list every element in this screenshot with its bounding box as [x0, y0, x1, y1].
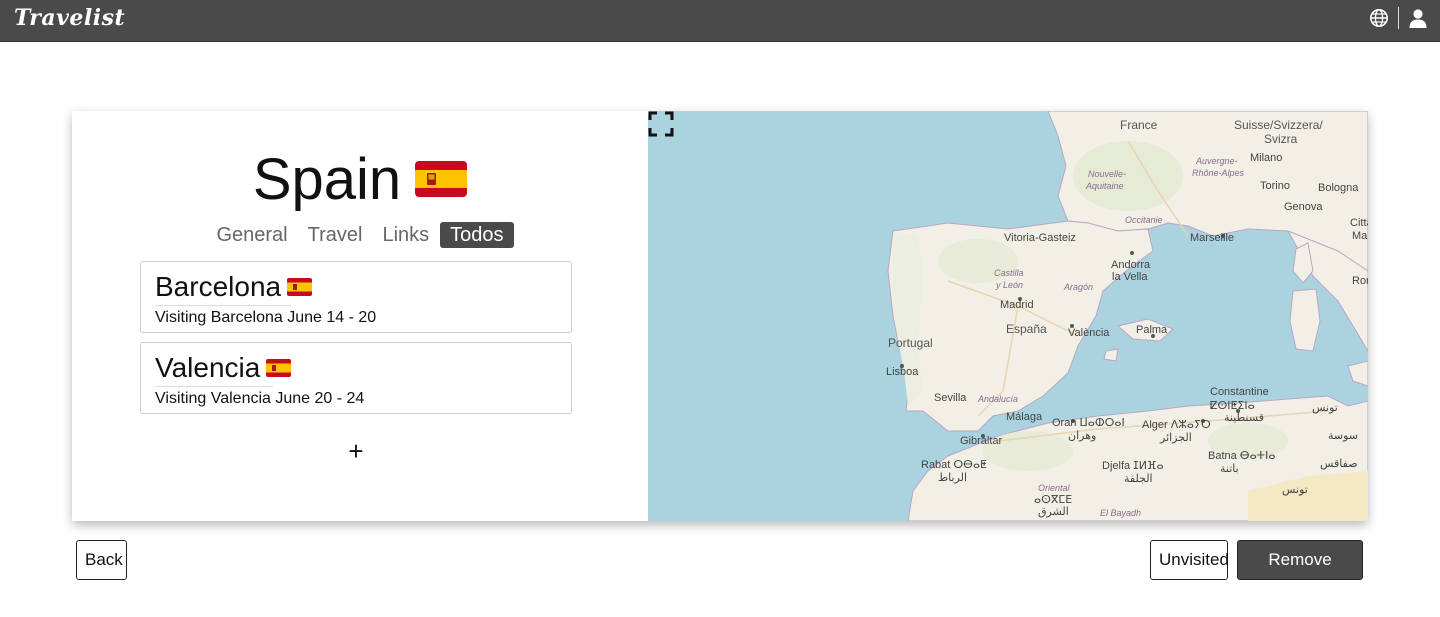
map-label-djelfa-arabic: الجلفة — [1124, 473, 1153, 485]
map-label-constantine: Constantine — [1210, 386, 1269, 398]
country-details-pane: Spain General Travel Links Todos Barcelo… — [72, 111, 648, 521]
map-label-alger: Alger ⴷⵣⴰⵢⵔ — [1142, 419, 1211, 431]
map-label-svizra: Svizra — [1264, 132, 1298, 146]
map-label-sfax: صفاقس — [1320, 458, 1358, 470]
spain-flag-icon — [287, 268, 313, 306]
add-todo-button[interactable]: + — [344, 438, 368, 464]
fullscreen-icon[interactable] — [648, 111, 674, 137]
map-label-rabat: Rabat ⵔⴱⴰⵟ — [921, 459, 987, 471]
map-label-lisboa: Lisboa — [886, 366, 919, 378]
map-label-gibraltar: Gibraltar — [960, 435, 1003, 447]
map-label-auvergne: Auvergne- — [1196, 156, 1238, 166]
map-label-constantine-arabic: قسنطينة — [1224, 412, 1264, 424]
unvisited-button[interactable]: Unvisited — [1150, 540, 1229, 580]
map-label-aragon: Aragón — [1064, 282, 1094, 292]
top-icons — [1369, 7, 1428, 29]
map-label-andorra: Andorra — [1111, 259, 1151, 271]
map-label-ron: Ron — [1352, 275, 1368, 287]
map-label-aquitaine: Aquitaine — [1086, 181, 1124, 191]
country-title: Spain — [72, 145, 648, 219]
map-label-lavella: la Vella — [1112, 271, 1148, 283]
map-label-sousse: سوسة — [1328, 430, 1359, 442]
map-label-sevilla: Sevilla — [934, 392, 967, 404]
map-label-nouvelle: Nouvelle- — [1088, 169, 1127, 179]
app-title[interactable]: Travelist — [14, 5, 125, 31]
map-label-marseille: Marseille — [1190, 232, 1235, 244]
remove-country-button[interactable]: Remove Country — [1237, 540, 1363, 607]
map-label-madrid: Madrid — [1000, 299, 1034, 311]
map-label-occitanie: Occitanie — [1125, 215, 1163, 225]
map-label-batna-arabic: باتنة — [1220, 463, 1239, 475]
todo-title-text: Barcelona — [155, 271, 282, 302]
todo-description: Visiting Barcelona June 14 - 20 — [155, 309, 377, 326]
map-label-torino: Torino — [1260, 180, 1290, 192]
tab-travel[interactable]: Travel — [298, 222, 373, 248]
map-label-andalucia: Andalucía — [978, 394, 1019, 404]
map-label-rabat-arabic: الرباط — [938, 472, 968, 484]
map-label-batna: Batna ⴱⴰⵜⵏⴰ — [1208, 450, 1276, 462]
map-label-mar: Mar — [1352, 230, 1368, 242]
map-label-elbayadh: El Bayadh — [1100, 508, 1142, 518]
country-tabs: General Travel Links Todos — [72, 222, 648, 248]
tab-general[interactable]: General — [206, 222, 297, 248]
map-label-castilla: Castilla — [994, 268, 1024, 278]
map-label-espana: España — [1006, 322, 1047, 336]
top-navbar: Travelist — [0, 0, 1440, 42]
map-label-france: France — [1120, 118, 1158, 132]
globe-icon[interactable] — [1369, 8, 1389, 28]
map-label-malaga: Málaga — [1006, 411, 1043, 423]
map-label-bologna: Bologna — [1318, 182, 1359, 194]
map-label-oran: Oran ⵡⴰⵀⵔⴰⵏ — [1052, 417, 1125, 429]
spain-flag-icon — [415, 143, 468, 213]
map-label-palma: Palma — [1136, 324, 1168, 336]
map-label-valencia: València — [1068, 327, 1110, 339]
map-label-yleon: y León — [996, 280, 1024, 290]
tab-links[interactable]: Links — [372, 222, 439, 248]
country-card: Spain General Travel Links Todos Barcelo… — [72, 111, 1368, 521]
map-label-genova: Genova — [1284, 201, 1323, 213]
todo-divider — [155, 386, 273, 387]
icon-separator — [1398, 7, 1399, 29]
map-label-djelfa: Djelfa ⵊⵍⴼⴰ — [1102, 460, 1164, 472]
country-name: Spain — [252, 147, 402, 212]
todo-divider — [155, 305, 291, 306]
map-label-suisse: Suisse/Svizzera/ — [1234, 118, 1323, 132]
map-label-oriental-arabic: الشرق — [1038, 506, 1069, 518]
todo-title: Barcelona — [155, 268, 313, 308]
back-button[interactable]: Back — [76, 540, 127, 580]
map-label-vitoria: Vitoria-Gasteiz — [1004, 232, 1076, 244]
todo-description: Visiting Valencia June 20 - 24 — [155, 390, 365, 407]
map-label-oran-arabic: وهران — [1068, 430, 1097, 442]
map-label-alger-arabic: الجزائر — [1160, 432, 1192, 444]
map-label-milano: Milano — [1250, 152, 1283, 164]
todo-title: Valencia — [155, 349, 292, 389]
map-label-oriental: Oriental — [1038, 483, 1070, 493]
map-label-citta: Città — [1350, 217, 1368, 229]
user-icon[interactable] — [1408, 8, 1428, 28]
map-label-rhone: Rhône-Alpes — [1192, 168, 1245, 178]
todo-item[interactable]: Barcelona Visiting Barcelona June 14 - 2… — [140, 261, 572, 333]
map-label-portugal: Portugal — [888, 336, 933, 350]
todo-title-text: Valencia — [155, 352, 261, 383]
tab-todos[interactable]: Todos — [440, 222, 514, 248]
country-map[interactable]: France Suisse/Svizzera/ Svizra Milano No… — [648, 111, 1368, 521]
map-label-tunis: تونس — [1312, 402, 1338, 414]
todo-item[interactable]: Valencia Visiting Valencia June 20 - 24 — [140, 342, 572, 414]
map-label-tunisie: تونس — [1282, 484, 1308, 496]
spain-flag-icon — [266, 349, 292, 387]
